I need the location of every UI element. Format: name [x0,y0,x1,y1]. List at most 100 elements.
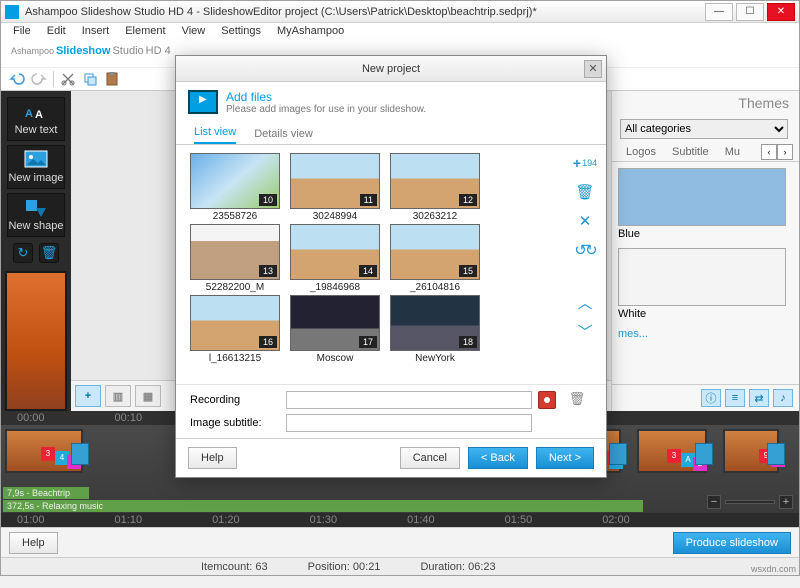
cancel-button[interactable]: Cancel [400,447,460,469]
tool3-button[interactable]: ▦ [135,385,161,407]
maximize-button[interactable]: ☐ [736,3,764,21]
minimize-button[interactable]: — [705,3,733,21]
produce-slideshow-button[interactable]: Produce slideshow [673,532,791,554]
thumb-item[interactable]: 1023558726 [190,153,280,222]
timeline-clip[interactable]: 9 5 [723,429,779,473]
cut-icon[interactable] [60,71,76,87]
paste-icon[interactable] [104,71,120,87]
more-themes-link[interactable]: mes... [618,328,793,340]
move-down-icon[interactable]: ﹀ [572,321,598,341]
theme-item-blue[interactable]: Blue [618,168,786,240]
thumb-index: 16 [259,336,277,348]
dialog-title: New project [362,63,420,75]
timeline-clip[interactable]: 3 A B [637,429,707,473]
right-tabs: Logos Subtitle Mu ‹ › [612,143,799,162]
dialog-header: New project ✕ [176,56,606,82]
redo-icon[interactable] [31,71,47,87]
rotate-group-icon[interactable]: ↺↻ [572,240,598,260]
menu-file[interactable]: File [7,23,37,43]
slide-preview[interactable] [5,271,67,411]
align-icon[interactable]: ≡ [725,389,745,407]
subtitle-input[interactable] [286,414,532,432]
add-slide-button[interactable]: + [75,385,101,407]
add-count-button[interactable]: +194 [572,153,598,173]
menu-insert[interactable]: Insert [76,23,116,43]
tab-logos[interactable]: Logos [618,143,664,161]
thumb-item[interactable]: 1230263212 [390,153,480,222]
record-button[interactable] [538,391,556,409]
shuffle-icon[interactable]: ✕ [572,211,598,231]
menu-settings[interactable]: Settings [215,23,267,43]
status-duration: Duration: 06:23 [420,561,495,573]
audio-clip-2[interactable]: 372,5s - Relaxing music [3,500,643,512]
theme-item-white[interactable]: White [618,248,786,320]
tab-list-view[interactable]: List view [194,126,236,144]
dialog-close-button[interactable]: ✕ [584,60,602,78]
window-title: Ashampoo Slideshow Studio HD 4 - Slidesh… [25,6,702,18]
move-up-icon[interactable]: ︿ [572,292,598,312]
time-mark: 01:20 [212,514,240,526]
zoom-slider[interactable] [725,500,775,504]
thumb-label: _26104816 [390,280,480,293]
right-panel: Themes All categories Logos Subtitle Mu … [611,91,799,411]
tab-prev-button[interactable]: ‹ [761,144,777,160]
thumb-item[interactable]: 14_19846968 [290,224,380,293]
swap-icon[interactable]: ⇄ [749,389,769,407]
delete-icon[interactable]: 🗑 [39,243,59,263]
thumb-index: 14 [359,265,377,277]
thumb-index: 15 [459,265,477,277]
thumb-label: 30263212 [390,209,480,222]
tab-music[interactable]: Mu [717,143,748,161]
next-button[interactable]: Next > [536,447,594,469]
tab-subtitle[interactable]: Subtitle [664,143,717,161]
tab-next-button[interactable]: › [777,144,793,160]
dialog-footer: Help Cancel < Back Next > [176,438,606,477]
audio-clip-1[interactable]: 7,9s - Beachtrip [3,487,89,499]
menu-edit[interactable]: Edit [41,23,72,43]
help-button[interactable]: Help [9,532,58,554]
zoom-in-button[interactable]: + [779,495,793,509]
menu-view[interactable]: View [176,23,212,43]
theme-label: Blue [618,228,786,240]
recording-delete-icon[interactable]: 🗑 [568,391,586,409]
time-mark: 02:00 [602,514,630,526]
menu-element[interactable]: Element [119,23,171,43]
thumb-item[interactable]: 1130248994 [290,153,380,222]
theme-label: White [618,308,786,320]
status-bar: Itemcount: 63 Position: 00:21 Duration: … [1,557,799,575]
thumb-label: l_16613215 [190,351,280,364]
thumb-item[interactable]: 15 _26104816 [390,224,480,293]
new-shape-button[interactable]: New shape [7,193,65,237]
category-select[interactable]: All categories [620,119,788,139]
add-files-subtext: Please add images for use in your slides… [226,104,426,115]
app-icon [5,5,19,19]
thumb-item[interactable]: 17Moscow [290,295,380,364]
zoom-out-button[interactable]: − [707,495,721,509]
back-button[interactable]: < Back [468,447,528,469]
undo-icon[interactable] [9,71,25,87]
thumb-item[interactable]: 16 l_16613215 [190,295,280,364]
music-icon[interactable]: ♪ [773,389,793,407]
recording-input[interactable] [286,391,532,409]
thumb-label: NewYork [390,351,480,364]
menu-myashampoo[interactable]: MyAshampoo [271,23,350,43]
side-delete-icon[interactable]: 🗑 [572,182,598,202]
thumb-label: 52282200_M [190,280,280,293]
timeline-clip[interactable]: 3 4 5 [5,429,83,473]
thumb-item[interactable]: 18NewYork [390,295,480,364]
brand-c: HD 4 [146,45,171,57]
tool2-button[interactable]: ▥ [105,385,131,407]
thumb-item[interactable]: 1352282200_M [190,224,280,293]
close-button[interactable]: ✕ [767,3,795,21]
refresh-icon[interactable]: ↻ [13,243,33,263]
new-image-button[interactable]: New image [7,145,65,189]
time-mark: 00:10 [115,412,143,424]
tab-details-view[interactable]: Details view [254,128,313,144]
dialog-body: 1023558726 1130248994 1230263212 1352282… [176,145,606,384]
new-text-button[interactable]: AA New text [7,97,65,141]
info-icon[interactable]: ⓘ [701,389,721,407]
time-mark: 01:10 [115,514,143,526]
dialog-help-button[interactable]: Help [188,447,237,469]
thumbnail-grid: 1023558726 1130248994 1230263212 1352282… [176,145,564,384]
copy-icon[interactable] [82,71,98,87]
